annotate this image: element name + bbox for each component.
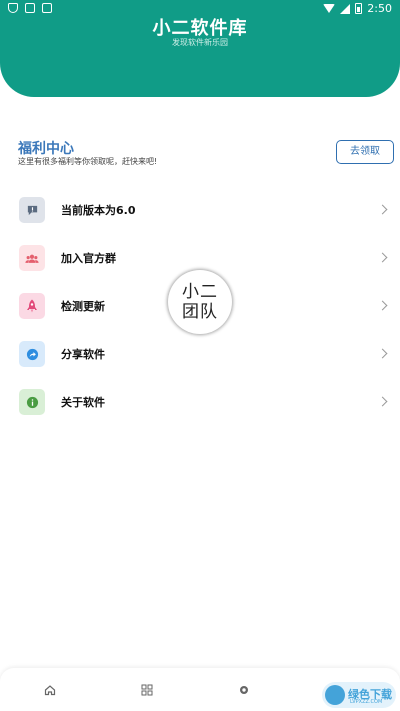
watermark-subtext: LVPXZZ.COM [350, 699, 383, 705]
message-icon [19, 197, 45, 223]
menu-item-label: 分享软件 [61, 348, 105, 361]
info-icon [19, 389, 45, 415]
group-icon [19, 245, 45, 271]
app-notification-icon [42, 3, 52, 13]
shield-icon [8, 3, 18, 13]
team-badge-line2: 团队 [182, 302, 218, 322]
watermark-badge: 绿色下载 LVPXZZ.COM [322, 682, 396, 708]
app-subtitle: 发现软件新乐园 [172, 38, 228, 47]
discover-icon [240, 686, 248, 694]
home-icon [44, 685, 56, 696]
header: 2:50 小二软件库 发现软件新乐园 [0, 0, 400, 97]
nav-apps[interactable] [135, 678, 159, 702]
menu-item-label: 检测更新 [61, 300, 105, 313]
chevron-right-icon [377, 252, 388, 263]
menu-item-label: 当前版本为6.0 [61, 204, 136, 217]
chevron-right-icon [377, 348, 388, 359]
status-notifications [8, 3, 52, 13]
menu-item-label: 加入官方群 [61, 252, 116, 265]
app-screen: 2:50 小二软件库 发现软件新乐园 福利中心 这里有很多福利等你领取呢，赶快来… [0, 0, 400, 711]
claim-button[interactable]: 去领取 [336, 140, 394, 164]
rocket-icon [19, 293, 45, 319]
wifi-icon [323, 4, 336, 13]
nav-discover[interactable] [232, 678, 256, 702]
team-badge: 小二 团队 [168, 270, 232, 334]
menu-item-label: 关于软件 [61, 396, 105, 409]
menu-item-version[interactable]: 当前版本为6.0 [0, 194, 400, 234]
menu-item-share[interactable]: 分享软件 [0, 338, 400, 378]
menu-item-about[interactable]: 关于软件 [0, 386, 400, 426]
chevron-right-icon [377, 396, 388, 407]
nav-home[interactable] [38, 678, 62, 702]
signal-icon [340, 3, 351, 14]
image-icon [25, 3, 35, 13]
chevron-right-icon [377, 300, 388, 311]
share-icon [19, 341, 45, 367]
chevron-right-icon [377, 204, 388, 215]
apps-grid-icon [141, 684, 153, 696]
welfare-description: 这里有很多福利等你领取呢，赶快来吧! [18, 157, 158, 166]
battery-icon [355, 3, 363, 14]
watermark-logo-icon [325, 685, 345, 705]
team-badge-line1: 小二 [182, 282, 218, 302]
team-badge-text: 小二 团队 [182, 282, 218, 322]
welfare-title: 福利中心 [18, 141, 74, 157]
